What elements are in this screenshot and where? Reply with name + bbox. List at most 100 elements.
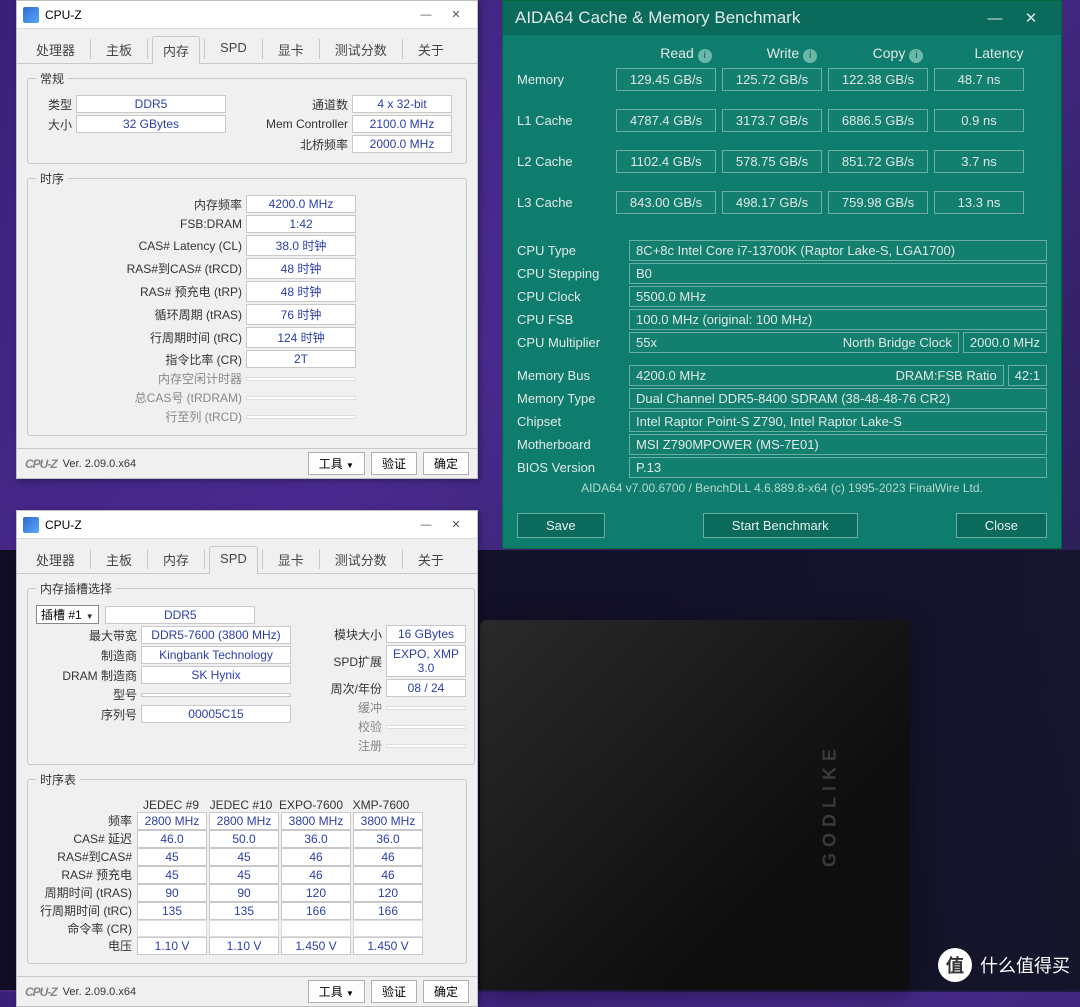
- start-benchmark-button[interactable]: Start Benchmark: [703, 513, 858, 538]
- timing-cell: 90: [137, 884, 207, 902]
- serial-label: 序列号: [36, 706, 141, 723]
- info-label: Chipset: [517, 414, 629, 429]
- row-label: CAS# 延迟: [36, 830, 136, 848]
- row-label: L3 Cache: [517, 195, 613, 210]
- slot-type-value: DDR5: [105, 606, 255, 624]
- ecc-value: [386, 725, 466, 729]
- aida-version: AIDA64 v7.00.6700 / BenchDLL 4.6.889.8-x…: [503, 479, 1061, 499]
- bench-row: L2 Cache1102.4 GB/s578.75 GB/s851.72 GB/…: [503, 147, 1061, 176]
- tab-mainboard[interactable]: 主板: [95, 35, 143, 63]
- freq-value: 4200.0 MHz: [246, 195, 356, 213]
- bench-cell: 48.7 ns: [934, 68, 1024, 91]
- timing-cell: [353, 920, 423, 937]
- bench-cell: 125.72 GB/s: [722, 68, 822, 91]
- tab-bench[interactable]: 测试分数: [324, 35, 398, 63]
- tab-mainboard[interactable]: 主板: [95, 545, 143, 573]
- tab-cpu[interactable]: 处理器: [25, 545, 86, 573]
- cpuz-icon: [23, 7, 39, 23]
- timing-cell: [281, 920, 351, 937]
- minimize-button[interactable]: —: [977, 10, 1013, 27]
- timing-cell: 45: [137, 866, 207, 884]
- info-icon[interactable]: i: [698, 49, 712, 63]
- watermark: 值 什么值得买: [938, 948, 1070, 982]
- ok-button[interactable]: 确定: [423, 452, 469, 475]
- memcontroller-value: 2100.0 MHz: [352, 115, 452, 133]
- info-value: P.13: [629, 457, 1047, 478]
- timing-row: 命令率 (CR): [36, 920, 458, 937]
- timing-cell: 1.10 V: [137, 937, 207, 955]
- timing-cell: 166: [353, 902, 423, 920]
- tab-memory[interactable]: 内存: [152, 36, 200, 64]
- timingtable-legend: 时序表: [36, 771, 80, 788]
- timing-cell: 3800 MHz: [353, 812, 423, 830]
- timing-row: RAS#到CAS#45454646: [36, 848, 458, 866]
- timingtable-group: 时序表 JEDEC #9 JEDEC #10 EXPO-7600 XMP-760…: [27, 771, 467, 964]
- mfg-label: 制造商: [36, 647, 141, 664]
- drammfg-value: SK Hynix: [141, 666, 291, 684]
- idle-label: 内存空闲计时器: [36, 370, 246, 387]
- channels-label: 通道数: [252, 96, 352, 113]
- timing-cell: 3800 MHz: [281, 812, 351, 830]
- bench-cell: 498.17 GB/s: [722, 191, 822, 214]
- row-label: 电压: [36, 937, 136, 955]
- close-button[interactable]: ✕: [441, 5, 471, 25]
- registered-label: 注册: [316, 737, 386, 754]
- memcontroller-label: Mem Controller: [252, 117, 352, 131]
- timing-cell: 1.450 V: [353, 937, 423, 955]
- bench-cell: 13.3 ns: [934, 191, 1024, 214]
- timing-cell: 36.0: [353, 830, 423, 848]
- bench-row: L1 Cache4787.4 GB/s3173.7 GB/s6886.5 GB/…: [503, 106, 1061, 135]
- timing-cell: 46.0: [137, 830, 207, 848]
- cpuz-icon: [23, 517, 39, 533]
- tab-bench[interactable]: 测试分数: [324, 545, 398, 573]
- tab-about[interactable]: 关于: [407, 35, 455, 63]
- cr-value: 2T: [246, 350, 356, 368]
- info-label: Memory Type: [517, 391, 629, 406]
- titlebar[interactable]: AIDA64 Cache & Memory Benchmark — ✕: [503, 1, 1061, 35]
- bench-cell: 843.00 GB/s: [616, 191, 716, 214]
- titlebar[interactable]: CPU-Z — ✕: [17, 1, 477, 29]
- close-button[interactable]: ✕: [441, 515, 471, 535]
- tab-memory[interactable]: 内存: [152, 545, 200, 573]
- info-icon[interactable]: i: [803, 49, 817, 63]
- info-label: BIOS Version: [517, 460, 629, 475]
- minimize-button[interactable]: —: [411, 5, 441, 25]
- timing-cell: 45: [209, 866, 279, 884]
- tab-graphics[interactable]: 显卡: [267, 545, 315, 573]
- minimize-button[interactable]: —: [411, 515, 441, 535]
- row-label: 周期时间 (tRAS): [36, 884, 136, 902]
- close-button[interactable]: Close: [956, 513, 1047, 538]
- info-row: CPU SteppingB0: [503, 262, 1061, 285]
- info-extra: 2000.0 MHz: [963, 332, 1047, 353]
- freq-label: 内存频率: [36, 196, 246, 213]
- tools-button[interactable]: 工具 ▼: [308, 452, 365, 475]
- size-label: 大小: [36, 116, 76, 133]
- bench-row: Memory129.45 GB/s125.72 GB/s122.38 GB/s4…: [503, 65, 1061, 94]
- bench-cell: 3173.7 GB/s: [722, 109, 822, 132]
- version-text: Ver. 2.09.0.x64: [63, 458, 302, 470]
- timing-cell: 46: [281, 866, 351, 884]
- tab-spd[interactable]: SPD: [209, 546, 258, 574]
- mfg-value: Kingbank Technology: [141, 646, 291, 664]
- bench-cell: 759.98 GB/s: [828, 191, 928, 214]
- save-button[interactable]: Save: [517, 513, 605, 538]
- window-title: CPU-Z: [45, 518, 411, 532]
- aida-footer: Save Start Benchmark Close: [503, 503, 1061, 548]
- info-label: Memory Bus: [517, 368, 629, 383]
- bench-cell: 1102.4 GB/s: [616, 150, 716, 173]
- info-icon[interactable]: i: [909, 49, 923, 63]
- ecc-label: 校验: [316, 718, 386, 735]
- tab-spd[interactable]: SPD: [209, 35, 258, 63]
- timing-cell: 45: [137, 848, 207, 866]
- tab-cpu[interactable]: 处理器: [25, 35, 86, 63]
- validate-button[interactable]: 验证: [371, 452, 417, 475]
- trcd-value: 48 时钟: [246, 258, 356, 279]
- tab-about[interactable]: 关于: [407, 545, 455, 573]
- window-title: AIDA64 Cache & Memory Benchmark: [515, 8, 977, 28]
- info-label: Motherboard: [517, 437, 629, 452]
- close-button[interactable]: ✕: [1013, 9, 1049, 27]
- tab-graphics[interactable]: 显卡: [267, 35, 315, 63]
- titlebar[interactable]: CPU-Z — ✕: [17, 511, 477, 539]
- slot-dropdown[interactable]: 插槽 #1: [36, 605, 99, 624]
- info-extra: 42:1: [1008, 365, 1047, 386]
